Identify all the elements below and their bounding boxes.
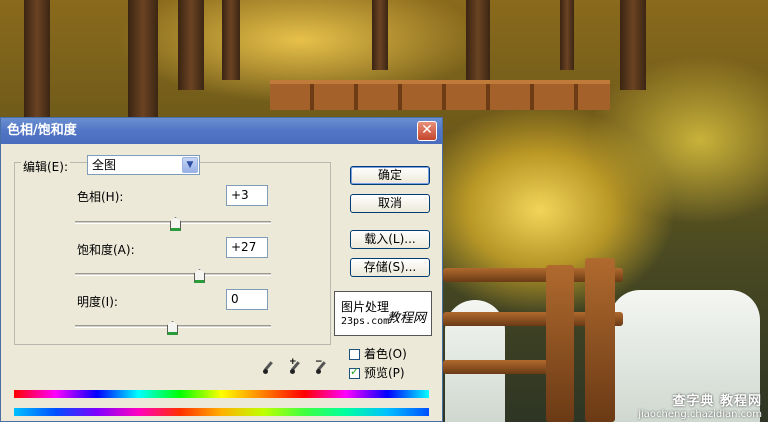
cancel-button[interactable]: 取消 bbox=[350, 194, 430, 213]
ok-button[interactable]: 确定 bbox=[350, 166, 430, 185]
dialog-titlebar[interactable]: 色相/饱和度 ✕ bbox=[1, 118, 442, 144]
tree-trunk bbox=[620, 0, 646, 90]
eyedropper-plus-icon[interactable]: + bbox=[289, 357, 301, 375]
saturation-input[interactable]: +27 bbox=[226, 237, 268, 258]
logo-line3: 教程网 bbox=[387, 311, 427, 326]
eyedropper-icon[interactable] bbox=[262, 361, 274, 375]
input-color-spectrum bbox=[14, 390, 429, 398]
lightness-input[interactable]: 0 bbox=[226, 289, 268, 310]
site-logo: 图片处理 23ps.com 教程网 bbox=[334, 291, 432, 336]
watermark-url: jiaocheng.chazidian.com bbox=[638, 409, 762, 420]
colorize-label: 着色(O) bbox=[364, 347, 407, 361]
tree-trunk bbox=[178, 0, 204, 90]
load-button[interactable]: 载入(L)... bbox=[350, 230, 430, 249]
preview-label: 预览(P) bbox=[364, 366, 405, 380]
hue-label: 色相(H): bbox=[77, 190, 124, 204]
watermark-main: 查字典 教程网 bbox=[672, 394, 762, 409]
wooden-post bbox=[585, 258, 615, 422]
close-icon: ✕ bbox=[421, 122, 433, 138]
tree-trunk bbox=[560, 0, 574, 70]
tree-trunk bbox=[222, 0, 240, 80]
colorize-checkbox[interactable] bbox=[349, 349, 360, 360]
eyedropper-minus-icon[interactable]: − bbox=[315, 357, 327, 375]
wooden-post bbox=[546, 265, 574, 422]
chevron-down-icon[interactable]: ▼ bbox=[182, 157, 198, 173]
preview-option[interactable]: 预览(P) bbox=[349, 364, 405, 381]
saturation-label: 饱和度(A): bbox=[77, 243, 135, 257]
hue-saturation-dialog: 色相/饱和度 ✕ 编辑(E): 全图 ▼ 色相(H): +3 饱和度(A): +… bbox=[0, 117, 443, 422]
close-button[interactable]: ✕ bbox=[417, 121, 437, 141]
edit-dropdown-value: 全图 bbox=[92, 158, 117, 172]
logo-line2: 23ps.com bbox=[341, 316, 390, 327]
save-button[interactable]: 存储(S)... bbox=[350, 258, 430, 277]
lightness-label: 明度(I): bbox=[77, 295, 118, 309]
tree-trunk bbox=[128, 0, 158, 120]
edit-dropdown[interactable]: 全图 ▼ bbox=[87, 155, 200, 175]
adjustment-group bbox=[14, 162, 331, 345]
preview-checkbox[interactable] bbox=[349, 365, 360, 379]
logo-line1: 图片处理 bbox=[341, 300, 390, 314]
output-color-spectrum bbox=[14, 408, 429, 416]
edit-label: 编辑(E): bbox=[21, 158, 70, 175]
hue-input[interactable]: +3 bbox=[226, 185, 268, 206]
tree-trunk bbox=[466, 0, 490, 80]
watermark: 查字典 教程网 jiaocheng.chazidian.com bbox=[638, 390, 762, 420]
wooden-bridge bbox=[270, 80, 610, 110]
colorize-option[interactable]: 着色(O) bbox=[349, 345, 407, 362]
tree-trunk bbox=[24, 0, 50, 120]
saturation-slider-track[interactable] bbox=[75, 273, 271, 276]
tree-trunk bbox=[372, 0, 388, 70]
dialog-title: 色相/饱和度 bbox=[7, 123, 77, 138]
